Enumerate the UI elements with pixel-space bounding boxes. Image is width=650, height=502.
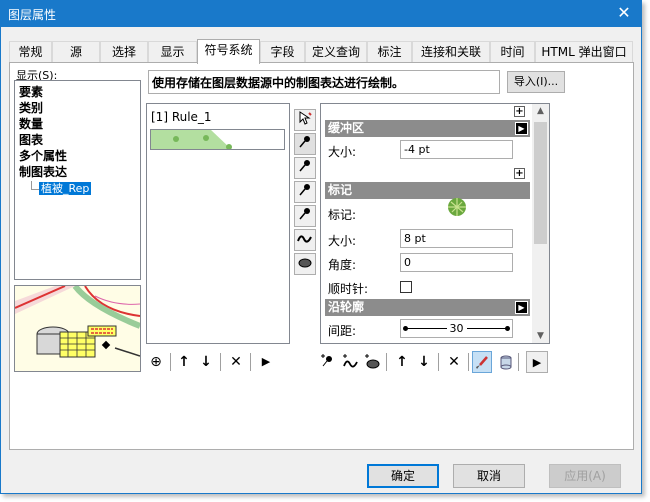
layer-down-icon[interactable]: ↓ — [414, 351, 434, 373]
rule-list: [1] Rule_1 — [146, 103, 290, 344]
layer-tools — [293, 103, 317, 283]
layer-up-icon[interactable]: ↑ — [392, 351, 412, 373]
move-up-icon[interactable]: ↑ — [174, 351, 194, 373]
add-marker-layer-icon[interactable] — [318, 351, 338, 373]
scroll-thumb[interactable] — [534, 122, 547, 244]
add-fill-layer-icon[interactable] — [362, 351, 382, 373]
tree-connector — [31, 181, 32, 189]
rule-label[interactable]: [1] Rule_1 — [151, 110, 212, 124]
separator — [468, 353, 469, 371]
title-bar: 图层属性 ✕ — [1, 1, 641, 27]
separator — [518, 353, 519, 371]
marker-symbol-icon[interactable] — [447, 197, 467, 217]
tab-definition-query[interactable]: 定义查询 — [305, 41, 367, 63]
symbology-preview-image — [14, 285, 141, 372]
tab-html-popup[interactable]: HTML 弹出窗口 — [535, 41, 633, 63]
ok-button[interactable]: 确定 — [367, 464, 439, 488]
scroll-down-icon[interactable]: ▼ — [532, 331, 549, 341]
marker-label: 标记: — [328, 208, 357, 222]
stroke-layer-icon[interactable] — [294, 229, 316, 251]
marker-size-label: 大小: — [328, 234, 357, 248]
properties-scrollbar[interactable]: ▲ ▼ — [532, 104, 549, 343]
show-item-quantities[interactable]: 数量 — [19, 115, 43, 132]
show-item-features[interactable]: 要素 — [19, 83, 43, 100]
show-item-representations[interactable]: 制图表达 — [19, 163, 67, 180]
marker-layer-icon-2[interactable] — [294, 157, 316, 179]
along-line-section-header: 沿轮廓 ▶ — [325, 299, 530, 316]
spacing-dot-left — [403, 326, 408, 331]
marker-header-label: 标记 — [328, 183, 353, 197]
buffer-size-label: 大小: — [328, 145, 357, 159]
marker-angle-field[interactable]: 0 — [400, 253, 513, 272]
buffer-size-field[interactable]: -4 pt — [400, 140, 513, 159]
cancel-button[interactable]: 取消 — [453, 464, 525, 488]
tab-strip: 常规 源 选择 显示 符号系统 字段 定义查询 标注 连接和关联 时间 HTML… — [9, 39, 633, 64]
clockwise-label: 顺时针: — [328, 282, 369, 296]
tab-labels[interactable]: 标注 — [367, 41, 412, 63]
tab-source[interactable]: 源 — [52, 41, 100, 63]
separator — [220, 353, 221, 371]
rule-swatch[interactable] — [150, 129, 285, 150]
marker-angle-label: 角度: — [328, 258, 357, 272]
brush-icon[interactable] — [472, 351, 492, 373]
renderer-description: 使用存储在图层数据源中的制图表达进行绘制。 — [148, 70, 500, 94]
separator — [170, 353, 171, 371]
tab-symbology[interactable]: 符号系统 — [197, 39, 260, 64]
layer-toolbar: ↑ ↓ ✕ ▶ — [316, 351, 552, 373]
marker-section-header: 标记 — [325, 182, 530, 199]
show-list: 要素 类别 数量 图表 多个属性 制图表达 植被_Rep — [14, 80, 141, 280]
remove-rule-icon[interactable]: ✕ — [226, 351, 246, 373]
apply-button[interactable]: 应用(A) — [549, 464, 621, 488]
spacing-value: 30 — [446, 322, 467, 335]
separator — [386, 353, 387, 371]
scroll-up-icon[interactable]: ▲ — [532, 106, 549, 116]
rule-toolbar: ⊕ ↑ ↓ ✕ ▶ — [146, 351, 290, 373]
show-item-multiple-attributes[interactable]: 多个属性 — [19, 147, 67, 164]
show-item-charts[interactable]: 图表 — [19, 131, 43, 148]
buffer-header-label: 缓冲区 — [328, 121, 365, 135]
geometric-effect-icon[interactable] — [496, 351, 516, 373]
marker-layer-icon-4[interactable] — [294, 205, 316, 227]
tree-connector — [31, 189, 39, 190]
tab-selection[interactable]: 选择 — [100, 41, 148, 63]
spacing-dot-right — [505, 326, 510, 331]
properties-panel: + 缓冲区 ▶ 大小: -4 pt + 标记 标记: 大小: 8 pt 角度: … — [320, 103, 550, 344]
move-down-icon[interactable]: ↓ — [196, 351, 216, 373]
separator — [250, 353, 251, 371]
buffer-section-header: 缓冲区 ▶ — [325, 120, 530, 137]
expand-plus-icon-2[interactable]: + — [514, 168, 525, 179]
marker-size-field[interactable]: 8 pt — [400, 229, 513, 248]
window-title: 图层属性 — [8, 8, 57, 22]
layer-properties-dialog: 图层属性 ✕ 常规 源 选择 显示 符号系统 字段 定义查询 标注 连接和关联 … — [0, 0, 642, 494]
select-tool-icon[interactable] — [294, 109, 316, 131]
symbology-pane: 显示(S): 要素 类别 数量 图表 多个属性 制图表达 植被_Rep 使用存储… — [9, 62, 634, 450]
show-item-categories[interactable]: 类别 — [19, 99, 43, 116]
add-rule-icon[interactable]: ⊕ — [146, 351, 166, 373]
tab-time[interactable]: 时间 — [490, 41, 535, 63]
close-icon[interactable]: ✕ — [607, 1, 641, 27]
fill-layer-icon[interactable] — [294, 253, 316, 275]
spacing-label: 间距: — [328, 324, 357, 338]
section-menu-arrow-icon-2[interactable]: ▶ — [515, 301, 528, 314]
remove-layer-icon[interactable]: ✕ — [444, 351, 464, 373]
more-options-icon[interactable]: ▶ — [256, 351, 276, 373]
spacing-field[interactable]: 30 — [400, 319, 513, 338]
clockwise-checkbox[interactable] — [400, 281, 412, 293]
add-stroke-layer-icon[interactable] — [340, 351, 360, 373]
section-menu-arrow-icon[interactable]: ▶ — [515, 122, 528, 135]
separator — [438, 353, 439, 371]
along-line-header-label: 沿轮廓 — [328, 300, 365, 314]
tab-display[interactable]: 显示 — [148, 41, 197, 63]
show-subitem-representation[interactable]: 植被_Rep — [39, 182, 92, 195]
marker-layer-icon[interactable] — [294, 133, 316, 155]
tab-joins-relates[interactable]: 连接和关联 — [412, 41, 490, 63]
expand-plus-icon[interactable]: + — [514, 106, 525, 117]
more-options-icon-2[interactable]: ▶ — [526, 351, 548, 373]
marker-layer-icon-3[interactable] — [294, 181, 316, 203]
import-button[interactable]: 导入(I)... — [507, 71, 565, 93]
tab-general[interactable]: 常规 — [9, 41, 52, 63]
tab-fields[interactable]: 字段 — [260, 41, 305, 63]
